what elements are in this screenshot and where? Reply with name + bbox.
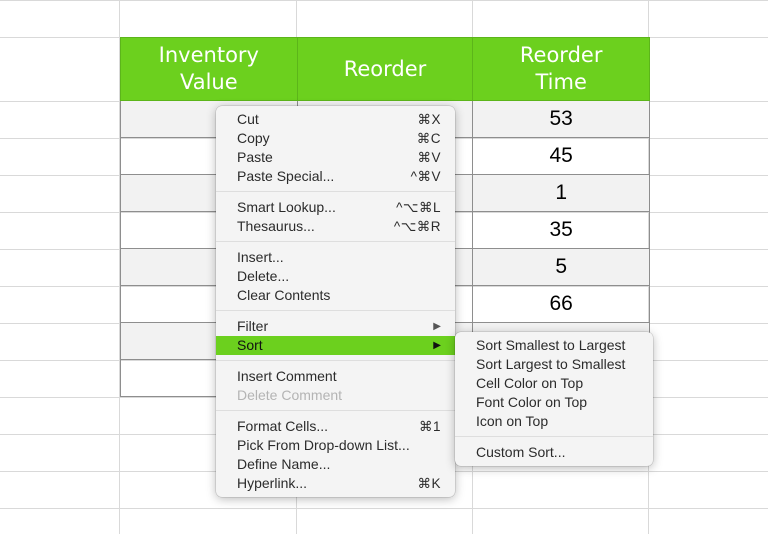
menu-item-label: Insert... bbox=[237, 249, 284, 265]
menu-separator bbox=[216, 241, 455, 242]
header-inventory-value[interactable]: Inventory Value bbox=[121, 38, 298, 100]
menu-item-insert[interactable]: Insert... bbox=[216, 248, 455, 267]
submenu-item-cell-color-on-top[interactable]: Cell Color on Top bbox=[455, 374, 653, 393]
menu-separator bbox=[216, 360, 455, 361]
shortcut-label: ⌘K bbox=[417, 476, 441, 491]
menu-item-paste-special[interactable]: Paste Special... ^⌘V bbox=[216, 167, 455, 186]
menu-item-label: Cell Color on Top bbox=[476, 375, 584, 391]
menu-separator bbox=[455, 436, 653, 437]
shortcut-label: ⌘X bbox=[417, 112, 441, 127]
menu-item-label: Delete... bbox=[237, 268, 290, 284]
menu-item-label: Sort Largest to Smallest bbox=[476, 356, 626, 372]
shortcut-label: ^⌥⌘L bbox=[396, 200, 441, 215]
menu-item-sort[interactable]: Sort ▶ bbox=[216, 336, 455, 355]
header-text: Reorder bbox=[343, 56, 427, 81]
menu-item-delete-comment: Delete Comment bbox=[216, 386, 455, 405]
menu-item-label: Define Name... bbox=[237, 456, 331, 472]
menu-item-label: Insert Comment bbox=[237, 368, 337, 384]
submenu-arrow-icon: ▶ bbox=[433, 321, 441, 332]
cell-reorder-time[interactable]: 66 bbox=[473, 286, 649, 322]
grid-line bbox=[0, 508, 768, 509]
shortcut-label: ⌘1 bbox=[418, 419, 441, 434]
header-reorder-time[interactable]: Reorder Time bbox=[473, 38, 649, 100]
grid-line bbox=[0, 0, 768, 1]
header-reorder[interactable]: Reorder bbox=[298, 38, 474, 100]
menu-item-label: Paste bbox=[237, 149, 273, 165]
header-text: Value bbox=[179, 70, 238, 94]
menu-item-clear-contents[interactable]: Clear Contents bbox=[216, 286, 455, 305]
cell-reorder-time[interactable]: 35 bbox=[473, 212, 649, 248]
cell-reorder-time[interactable]: 45 bbox=[473, 138, 649, 174]
menu-item-label: Clear Contents bbox=[237, 287, 331, 303]
menu-separator bbox=[216, 191, 455, 192]
menu-item-label: Thesaurus... bbox=[237, 218, 315, 234]
submenu-item-custom-sort[interactable]: Custom Sort... bbox=[455, 443, 653, 462]
menu-item-label: Cut bbox=[237, 111, 259, 127]
header-text: Time bbox=[535, 70, 587, 94]
menu-item-label: Paste Special... bbox=[237, 168, 335, 184]
menu-item-smart-lookup[interactable]: Smart Lookup... ^⌥⌘L bbox=[216, 198, 455, 217]
cell-reorder-time[interactable]: 1 bbox=[473, 175, 649, 211]
menu-item-delete[interactable]: Delete... bbox=[216, 267, 455, 286]
submenu-item-sort-descending[interactable]: Sort Largest to Smallest bbox=[455, 355, 653, 374]
context-menu: Cut ⌘X Copy ⌘C Paste ⌘V Paste Special...… bbox=[216, 106, 455, 497]
submenu-item-sort-ascending[interactable]: Sort Smallest to Largest bbox=[455, 336, 653, 355]
menu-item-paste[interactable]: Paste ⌘V bbox=[216, 148, 455, 167]
menu-separator bbox=[216, 310, 455, 311]
menu-item-label: Filter bbox=[237, 318, 269, 334]
menu-item-label: Font Color on Top bbox=[476, 394, 588, 410]
submenu-item-font-color-on-top[interactable]: Font Color on Top bbox=[455, 393, 653, 412]
cell-reorder-time[interactable]: 53 bbox=[473, 101, 649, 137]
menu-item-insert-comment[interactable]: Insert Comment bbox=[216, 367, 455, 386]
menu-item-filter[interactable]: Filter ▶ bbox=[216, 317, 455, 336]
menu-item-define-name[interactable]: Define Name... bbox=[216, 455, 455, 474]
menu-item-thesaurus[interactable]: Thesaurus... ^⌥⌘R bbox=[216, 217, 455, 236]
menu-item-cut[interactable]: Cut ⌘X bbox=[216, 110, 455, 129]
menu-item-label: Hyperlink... bbox=[237, 475, 308, 491]
menu-item-format-cells[interactable]: Format Cells... ⌘1 bbox=[216, 417, 455, 436]
shortcut-label: ^⌘V bbox=[410, 169, 441, 184]
menu-item-label: Sort Smallest to Largest bbox=[476, 337, 626, 353]
shortcut-label: ⌘V bbox=[417, 150, 441, 165]
menu-item-copy[interactable]: Copy ⌘C bbox=[216, 129, 455, 148]
table-header-row: Inventory Value Reorder Reorder Time bbox=[120, 37, 650, 101]
sort-submenu: Sort Smallest to Largest Sort Largest to… bbox=[455, 332, 653, 466]
submenu-arrow-icon: ▶ bbox=[433, 340, 441, 351]
menu-item-label: Smart Lookup... bbox=[237, 199, 336, 215]
menu-item-label: Icon on Top bbox=[476, 413, 549, 429]
menu-item-label: Copy bbox=[237, 130, 270, 146]
menu-item-label: Sort bbox=[237, 337, 263, 353]
submenu-item-icon-on-top[interactable]: Icon on Top bbox=[455, 412, 653, 431]
header-text: Inventory bbox=[158, 43, 259, 67]
menu-item-pick-from-list[interactable]: Pick From Drop-down List... bbox=[216, 436, 455, 455]
menu-separator bbox=[216, 410, 455, 411]
menu-item-label: Custom Sort... bbox=[476, 444, 566, 460]
shortcut-label: ⌘C bbox=[416, 131, 441, 146]
menu-item-hyperlink[interactable]: Hyperlink... ⌘K bbox=[216, 474, 455, 493]
menu-item-label: Format Cells... bbox=[237, 418, 329, 434]
header-text: Reorder bbox=[519, 43, 603, 67]
shortcut-label: ^⌥⌘R bbox=[393, 219, 441, 234]
cell-reorder-time[interactable]: 5 bbox=[473, 249, 649, 285]
menu-item-label: Pick From Drop-down List... bbox=[237, 437, 410, 453]
menu-item-label: Delete Comment bbox=[237, 387, 343, 403]
